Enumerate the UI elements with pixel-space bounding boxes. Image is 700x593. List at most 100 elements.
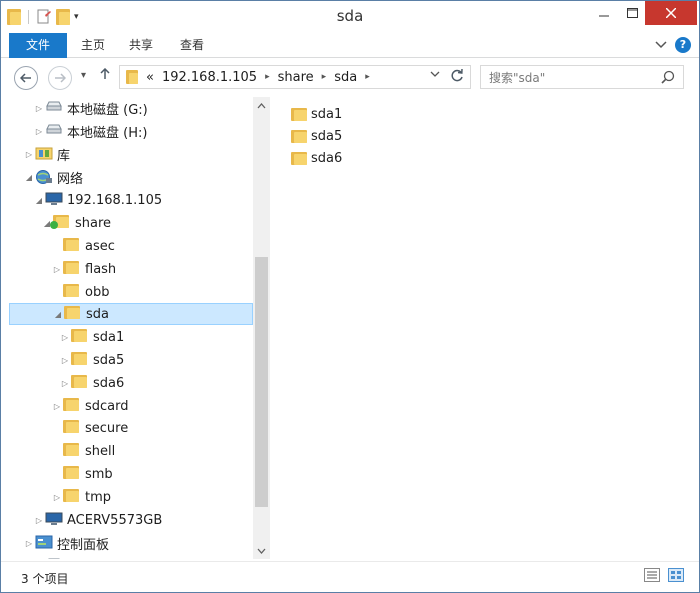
- tree-item-label: sda1: [93, 329, 125, 345]
- scroll-up-icon[interactable]: [253, 97, 270, 114]
- tree-item-smb[interactable]: smb: [9, 463, 253, 485]
- tree-item-label: sda5: [93, 352, 125, 368]
- explorer-window: ▾ sda 文件 主页 共享 查看 ? ▾ « 192.168.1.105 ▸ …: [0, 0, 700, 593]
- address-bar[interactable]: « 192.168.1.105 ▸ share ▸ sda ▸: [119, 65, 471, 89]
- tree-item-h[interactable]: ▷ 本地磁盘 (H:): [9, 120, 253, 142]
- tree-item-sda[interactable]: ◢ sda: [9, 303, 253, 325]
- tree-item-192-168-1-105[interactable]: ◢ 192.168.1.105: [9, 189, 253, 211]
- breadcrumb-item[interactable]: sda: [330, 70, 361, 85]
- minimize-button[interactable]: [590, 1, 618, 25]
- tree-item-acerv5573gb[interactable]: ▷ ACERV5573GB: [9, 509, 253, 531]
- tree-item-asec[interactable]: asec: [9, 235, 253, 257]
- expand-arrow-icon[interactable]: ▷: [23, 539, 35, 548]
- expand-arrow-icon[interactable]: ▷: [23, 150, 35, 159]
- tree-item-label: obb: [85, 284, 110, 300]
- expand-arrow-icon[interactable]: ▷: [51, 265, 63, 274]
- maximize-icon: [626, 8, 638, 18]
- tab-share[interactable]: 共享: [119, 33, 163, 58]
- tree-item-label: smb: [85, 466, 113, 482]
- expand-arrow-icon[interactable]: ▷: [33, 127, 45, 136]
- breadcrumb-item[interactable]: 192.168.1.105: [158, 70, 261, 85]
- folder-item-label: sda5: [311, 128, 343, 144]
- close-button[interactable]: [645, 1, 697, 25]
- tree-item-label: flash: [85, 261, 117, 277]
- tab-home[interactable]: 主页: [71, 33, 115, 58]
- ribbon-tabs: 文件 主页 共享 查看 ?: [1, 33, 699, 58]
- folder-icon: [291, 151, 307, 165]
- recycle-bin-icon: [45, 556, 63, 559]
- collapse-arrow-icon[interactable]: ◢: [23, 173, 35, 182]
- collapse-arrow-icon[interactable]: ◢: [52, 310, 64, 319]
- tree-item-sda5[interactable]: ▷ sda5: [9, 349, 253, 371]
- drive-icon: [45, 123, 63, 139]
- scrollbar-thumb[interactable]: [255, 257, 268, 507]
- navigation-bar: ▾ « 192.168.1.105 ▸ share ▸ sda ▸ 搜索"sda…: [1, 59, 699, 95]
- tree-item-sda6[interactable]: ▷ sda6: [9, 372, 253, 394]
- breadcrumb-overflow[interactable]: «: [142, 70, 158, 85]
- folder-item-sda6[interactable]: sda6: [291, 148, 342, 168]
- folder-icon: [63, 284, 81, 300]
- maximize-button[interactable]: [618, 1, 646, 25]
- tree-item-sdcard[interactable]: ▷ sdcard: [9, 395, 253, 417]
- expand-arrow-icon[interactable]: ▷: [51, 402, 63, 411]
- details-view-icon: [644, 568, 660, 582]
- tree-item-label: 网络: [57, 171, 84, 187]
- expand-arrow-icon[interactable]: ▷: [59, 379, 71, 388]
- back-button[interactable]: [14, 66, 38, 90]
- address-dropdown-icon[interactable]: [430, 70, 440, 81]
- tree-item-flash[interactable]: ▷ flash: [9, 258, 253, 280]
- help-icon[interactable]: ?: [675, 37, 691, 53]
- tree-item-obb[interactable]: obb: [9, 281, 253, 303]
- expand-ribbon-icon[interactable]: [655, 38, 667, 52]
- tree-item-label: tmp: [85, 489, 112, 505]
- large-icons-view-button[interactable]: [668, 568, 686, 584]
- up-arrow-icon[interactable]: [100, 67, 110, 83]
- tree-item-label: ACERV5573GB: [67, 512, 163, 528]
- arrow-right-icon: [55, 73, 66, 83]
- expand-arrow-icon[interactable]: ▷: [59, 356, 71, 365]
- folder-icon: [63, 443, 81, 459]
- expand-arrow-icon[interactable]: ▷: [33, 104, 45, 113]
- scroll-down-icon[interactable]: [253, 542, 270, 559]
- expand-arrow-icon[interactable]: ▷: [59, 333, 71, 342]
- network-icon: [35, 169, 53, 185]
- chevron-right-icon[interactable]: ▸: [361, 72, 374, 82]
- folder-icon: [63, 466, 81, 482]
- tree-item-share[interactable]: ◢ share: [9, 212, 253, 234]
- large-icons-view-icon: [668, 568, 684, 582]
- folder-item-sda5[interactable]: sda5: [291, 126, 342, 146]
- tree-item-g[interactable]: ▷ 本地磁盘 (G:): [9, 97, 253, 119]
- search-placeholder: 搜索"sda": [489, 70, 546, 85]
- expand-arrow-icon[interactable]: ▷: [51, 493, 63, 502]
- chevron-right-icon[interactable]: ▸: [261, 72, 274, 82]
- recent-locations-icon[interactable]: ▾: [81, 70, 86, 81]
- folder-item-label: sda6: [311, 150, 343, 166]
- search-icon[interactable]: [661, 70, 675, 87]
- folder-icon: [71, 352, 89, 368]
- refresh-icon[interactable]: [450, 68, 464, 87]
- expand-arrow-icon[interactable]: ▷: [33, 516, 45, 525]
- folder-icon: [63, 261, 81, 277]
- tree-item-[interactable]: ▷ 库: [9, 143, 253, 165]
- folder-item-label: sda1: [311, 106, 343, 122]
- tree-item-sda1[interactable]: ▷ sda1: [9, 326, 253, 348]
- navigation-scrollbar[interactable]: [253, 97, 270, 559]
- control-panel-icon: [35, 535, 53, 551]
- tree-item-[interactable]: ◢ 网络: [9, 166, 253, 188]
- tab-view[interactable]: 查看: [167, 33, 217, 58]
- folder-item-sda1[interactable]: sda1: [291, 104, 342, 124]
- tree-item-[interactable]: 回收站: [9, 553, 253, 559]
- tree-item-tmp[interactable]: ▷ tmp: [9, 486, 253, 508]
- tree-item-[interactable]: ▷ 控制面板: [9, 532, 253, 554]
- folder-icon: [291, 107, 307, 121]
- breadcrumb-item[interactable]: share: [274, 70, 318, 85]
- chevron-right-icon[interactable]: ▸: [318, 72, 331, 82]
- tab-file[interactable]: 文件: [9, 33, 67, 58]
- forward-button[interactable]: [48, 66, 72, 90]
- details-view-button[interactable]: [644, 568, 662, 584]
- title-bar: ▾ sda: [1, 1, 699, 33]
- tree-item-secure[interactable]: secure: [9, 417, 253, 439]
- tree-item-shell[interactable]: shell: [9, 440, 253, 462]
- search-input[interactable]: 搜索"sda": [480, 65, 684, 89]
- collapse-arrow-icon[interactable]: ◢: [33, 196, 45, 205]
